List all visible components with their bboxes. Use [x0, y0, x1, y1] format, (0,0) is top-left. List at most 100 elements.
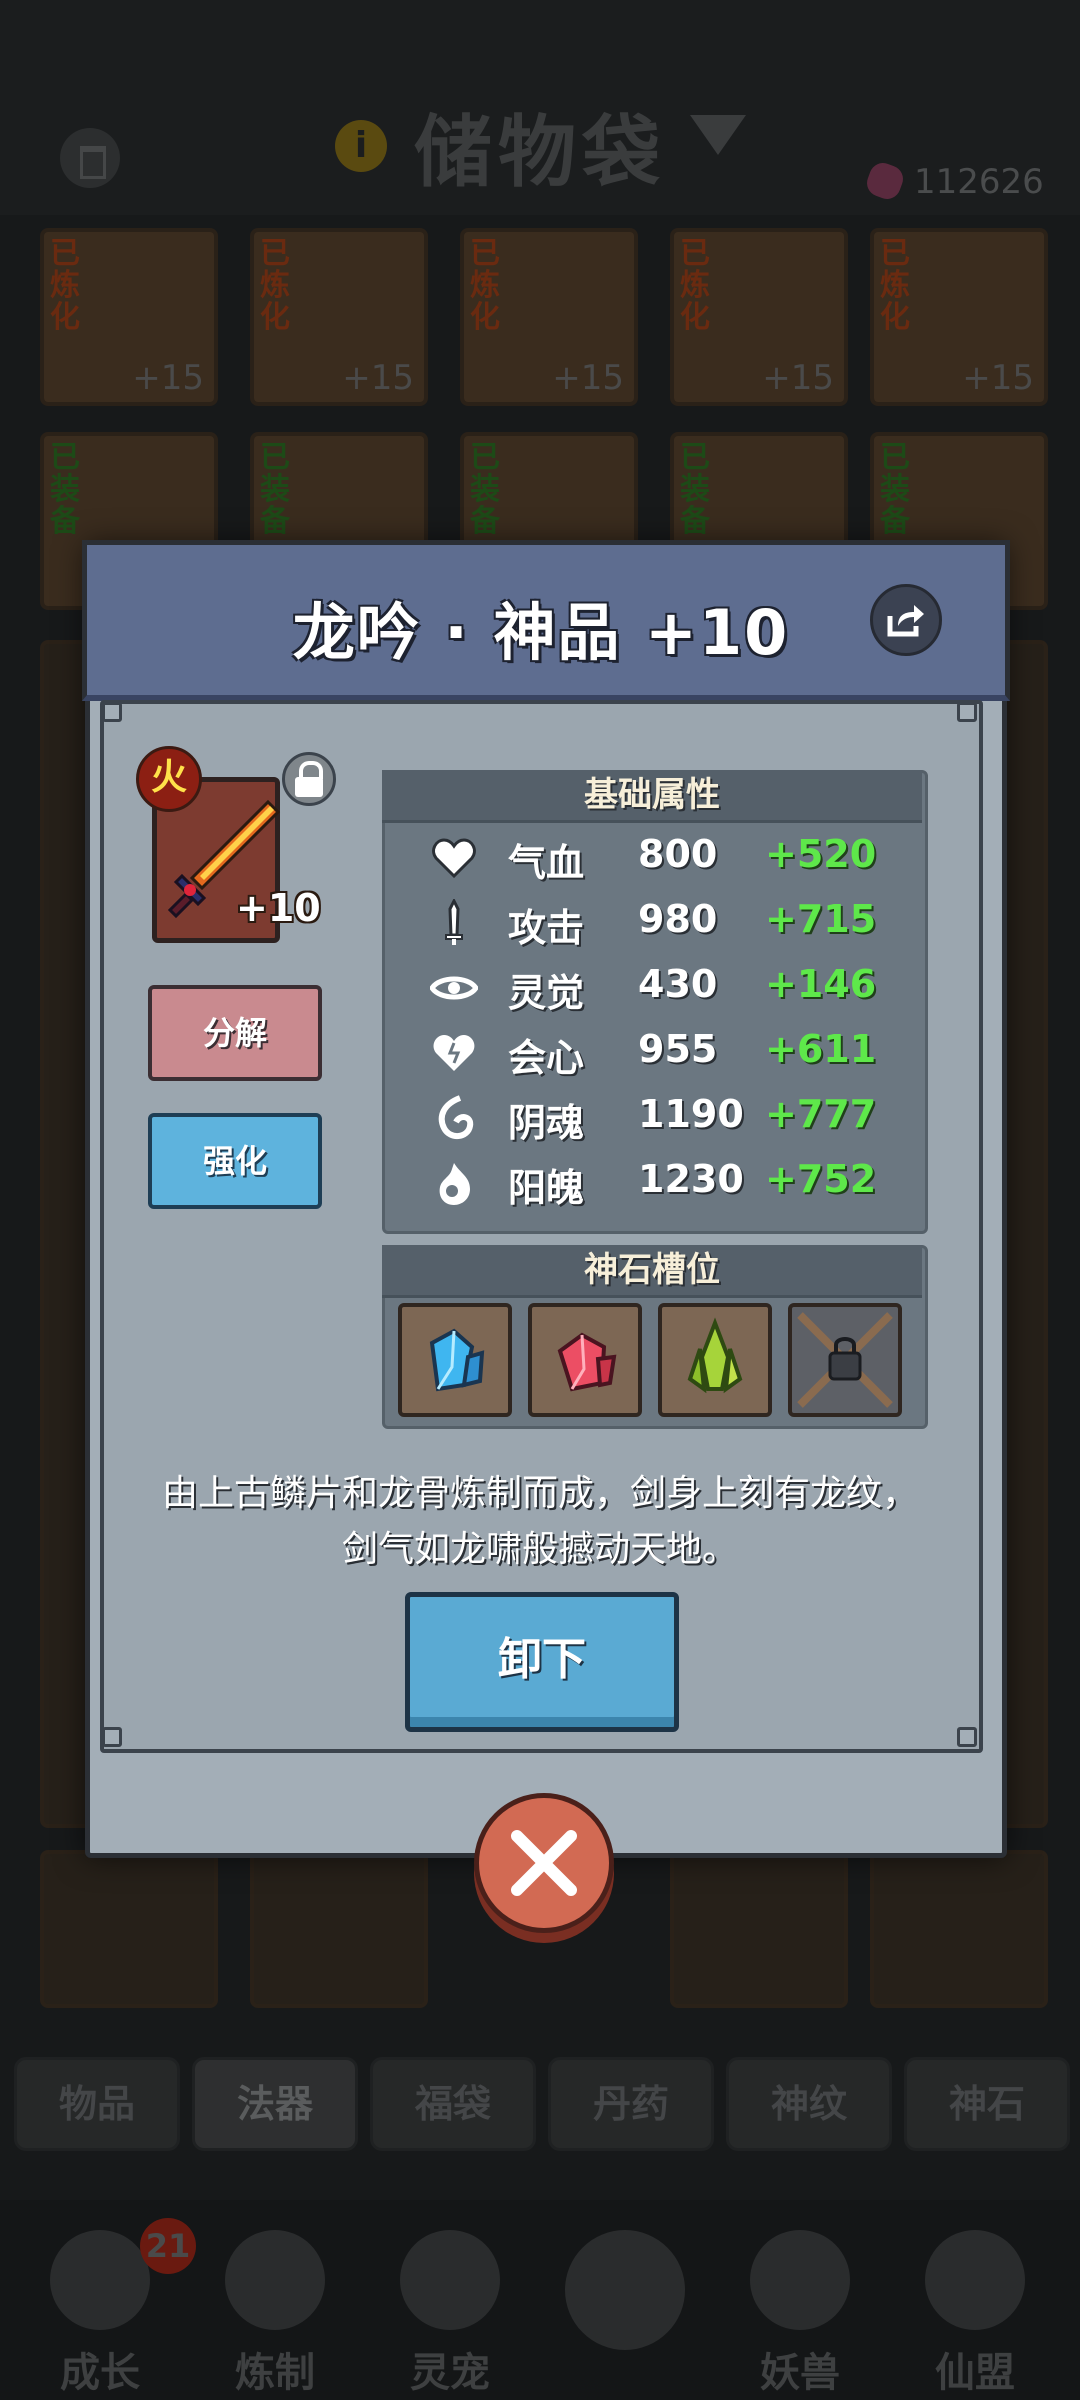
locked-chain-icon [797, 1312, 893, 1408]
crit-heart-icon [433, 1035, 475, 1071]
grid-item[interactable] [670, 1850, 848, 2008]
item-title: 龙吟 · 神品 +10 [292, 596, 790, 669]
stat-row: 会心 955 +611 [420, 1023, 920, 1083]
stat-name: 会心 [508, 1036, 585, 1080]
gem-slot[interactable] [528, 1303, 642, 1417]
gem-slots-header: 神石槽位 [382, 1245, 922, 1298]
refined-tag: 已炼化 [260, 236, 290, 335]
stat-name: 灵觉 [508, 971, 585, 1015]
grid-item[interactable]: 已炼化 +15 [670, 228, 848, 406]
close-button[interactable] [474, 1793, 614, 1933]
stat-row: 攻击 980 +715 [420, 893, 920, 953]
refined-tag: 已炼化 [880, 236, 910, 335]
fire-element-icon: 火 [136, 746, 202, 812]
base-stats-header: 基础属性 [382, 770, 922, 823]
nav-label: 灵宠 [410, 2350, 490, 2396]
nav-beast[interactable]: 妖兽 [730, 2230, 870, 2396]
green-crystal-icon [687, 1317, 743, 1394]
nav-label: 成长 [60, 2350, 140, 2396]
grid-item[interactable]: 已炼化 +15 [460, 228, 638, 406]
tab-bags[interactable]: 福袋 [370, 2057, 536, 2151]
growth-icon [50, 2230, 150, 2330]
grid-item[interactable]: 已炼化 +15 [250, 228, 428, 406]
pet-icon [400, 2230, 500, 2330]
share-icon [887, 605, 924, 637]
item-description: 由上古鳞片和龙骨炼制而成，剑身上刻有龙纹，剑气如龙啸般撼动天地。 [161, 1473, 918, 1570]
stat-bonus: +752 [765, 1157, 877, 1201]
nav-label: 仙盟 [935, 2350, 1015, 2396]
tab-items[interactable]: 物品 [14, 2057, 180, 2151]
stat-row: 阴魂 1190 +777 [420, 1088, 920, 1148]
corner-ornament [957, 1727, 977, 1747]
blue-crystal-icon [429, 1328, 485, 1392]
refined-tag: 已炼化 [470, 236, 500, 335]
corner-ornament [957, 702, 977, 722]
heart-icon [432, 838, 476, 879]
stat-row: 阳魄 1230 +752 [420, 1153, 920, 1213]
stat-bonus: +715 [765, 897, 877, 941]
refine-icon [225, 2230, 325, 2330]
grid-item[interactable] [250, 1850, 428, 2008]
gem-slot[interactable] [658, 1303, 772, 1417]
stat-name: 阳魄 [508, 1166, 585, 1210]
stat-name: 气血 [508, 841, 585, 885]
yin-soul-icon [438, 1095, 474, 1139]
crossed-swords-icon [565, 2230, 685, 2350]
currency-value: 112626 [914, 162, 1044, 202]
grid-item[interactable]: 已炼化 +15 [870, 228, 1048, 406]
tab-pills[interactable]: 丹药 [548, 2057, 714, 2151]
notification-badge: 21 [140, 2218, 196, 2274]
stat-bonus: +777 [765, 1092, 877, 1136]
stat-value: 800 [638, 832, 718, 876]
stat-value: 1190 [638, 1092, 744, 1136]
base-stats-title: 基础属性 [584, 775, 720, 815]
nav-center[interactable] [555, 2230, 695, 2390]
grid-item[interactable] [870, 1850, 1048, 2008]
close-icon [511, 1830, 577, 1896]
stat-value: 430 [638, 962, 718, 1006]
decompose-button[interactable]: 分解 [148, 985, 322, 1081]
red-crystal-icon [557, 1332, 617, 1392]
stat-name: 攻击 [508, 906, 585, 950]
alliance-icon [925, 2230, 1025, 2330]
item-level: +15 [962, 358, 1034, 398]
gem-slots-title: 神石槽位 [584, 1250, 720, 1290]
gem-slot-locked[interactable] [788, 1303, 902, 1417]
nav-label: 妖兽 [760, 2350, 840, 2396]
item-level: +15 [762, 358, 834, 398]
equipped-tag: 已装备 [470, 440, 500, 539]
stat-bonus: +520 [765, 832, 877, 876]
share-button[interactable] [870, 584, 942, 656]
gem-slot[interactable] [398, 1303, 512, 1417]
nav-pet[interactable]: 灵宠 [380, 2230, 520, 2396]
nav-alliance[interactable]: 仙盟 [905, 2230, 1045, 2396]
item-level: +10 [236, 886, 321, 930]
tab-stones[interactable]: 神石 [904, 2057, 1070, 2151]
stat-value: 955 [638, 1027, 718, 1071]
stat-row: 灵觉 430 +146 [420, 958, 920, 1018]
stat-row: 气血 800 +520 [420, 828, 920, 888]
sword-icon [445, 899, 463, 945]
tab-runes[interactable]: 神纹 [726, 2057, 892, 2151]
stat-value: 980 [638, 897, 718, 941]
equipped-tag: 已装备 [50, 440, 80, 539]
grid-item[interactable] [40, 1850, 218, 2008]
stat-name: 阴魂 [508, 1101, 585, 1145]
nav-label: 炼制 [235, 2350, 315, 2396]
nav-refine[interactable]: 炼制 [205, 2230, 345, 2396]
lock-icon[interactable] [282, 752, 336, 806]
filter-icon[interactable] [690, 115, 746, 155]
unequip-button[interactable]: 卸下 [405, 1592, 679, 1732]
item-level: +15 [552, 358, 624, 398]
beast-icon [750, 2230, 850, 2330]
grid-item[interactable]: 已炼化 +15 [40, 228, 218, 406]
refined-tag: 已炼化 [50, 236, 80, 335]
spirit-eye-icon [430, 976, 478, 1000]
equipped-tag: 已装备 [880, 440, 910, 539]
enhance-button[interactable]: 强化 [148, 1113, 322, 1209]
stat-bonus: +146 [765, 962, 877, 1006]
tab-artifacts[interactable]: 法器 [192, 2057, 358, 2151]
stat-bonus: +611 [765, 1027, 877, 1071]
corner-ornament [102, 1727, 122, 1747]
item-level: +15 [132, 358, 204, 398]
